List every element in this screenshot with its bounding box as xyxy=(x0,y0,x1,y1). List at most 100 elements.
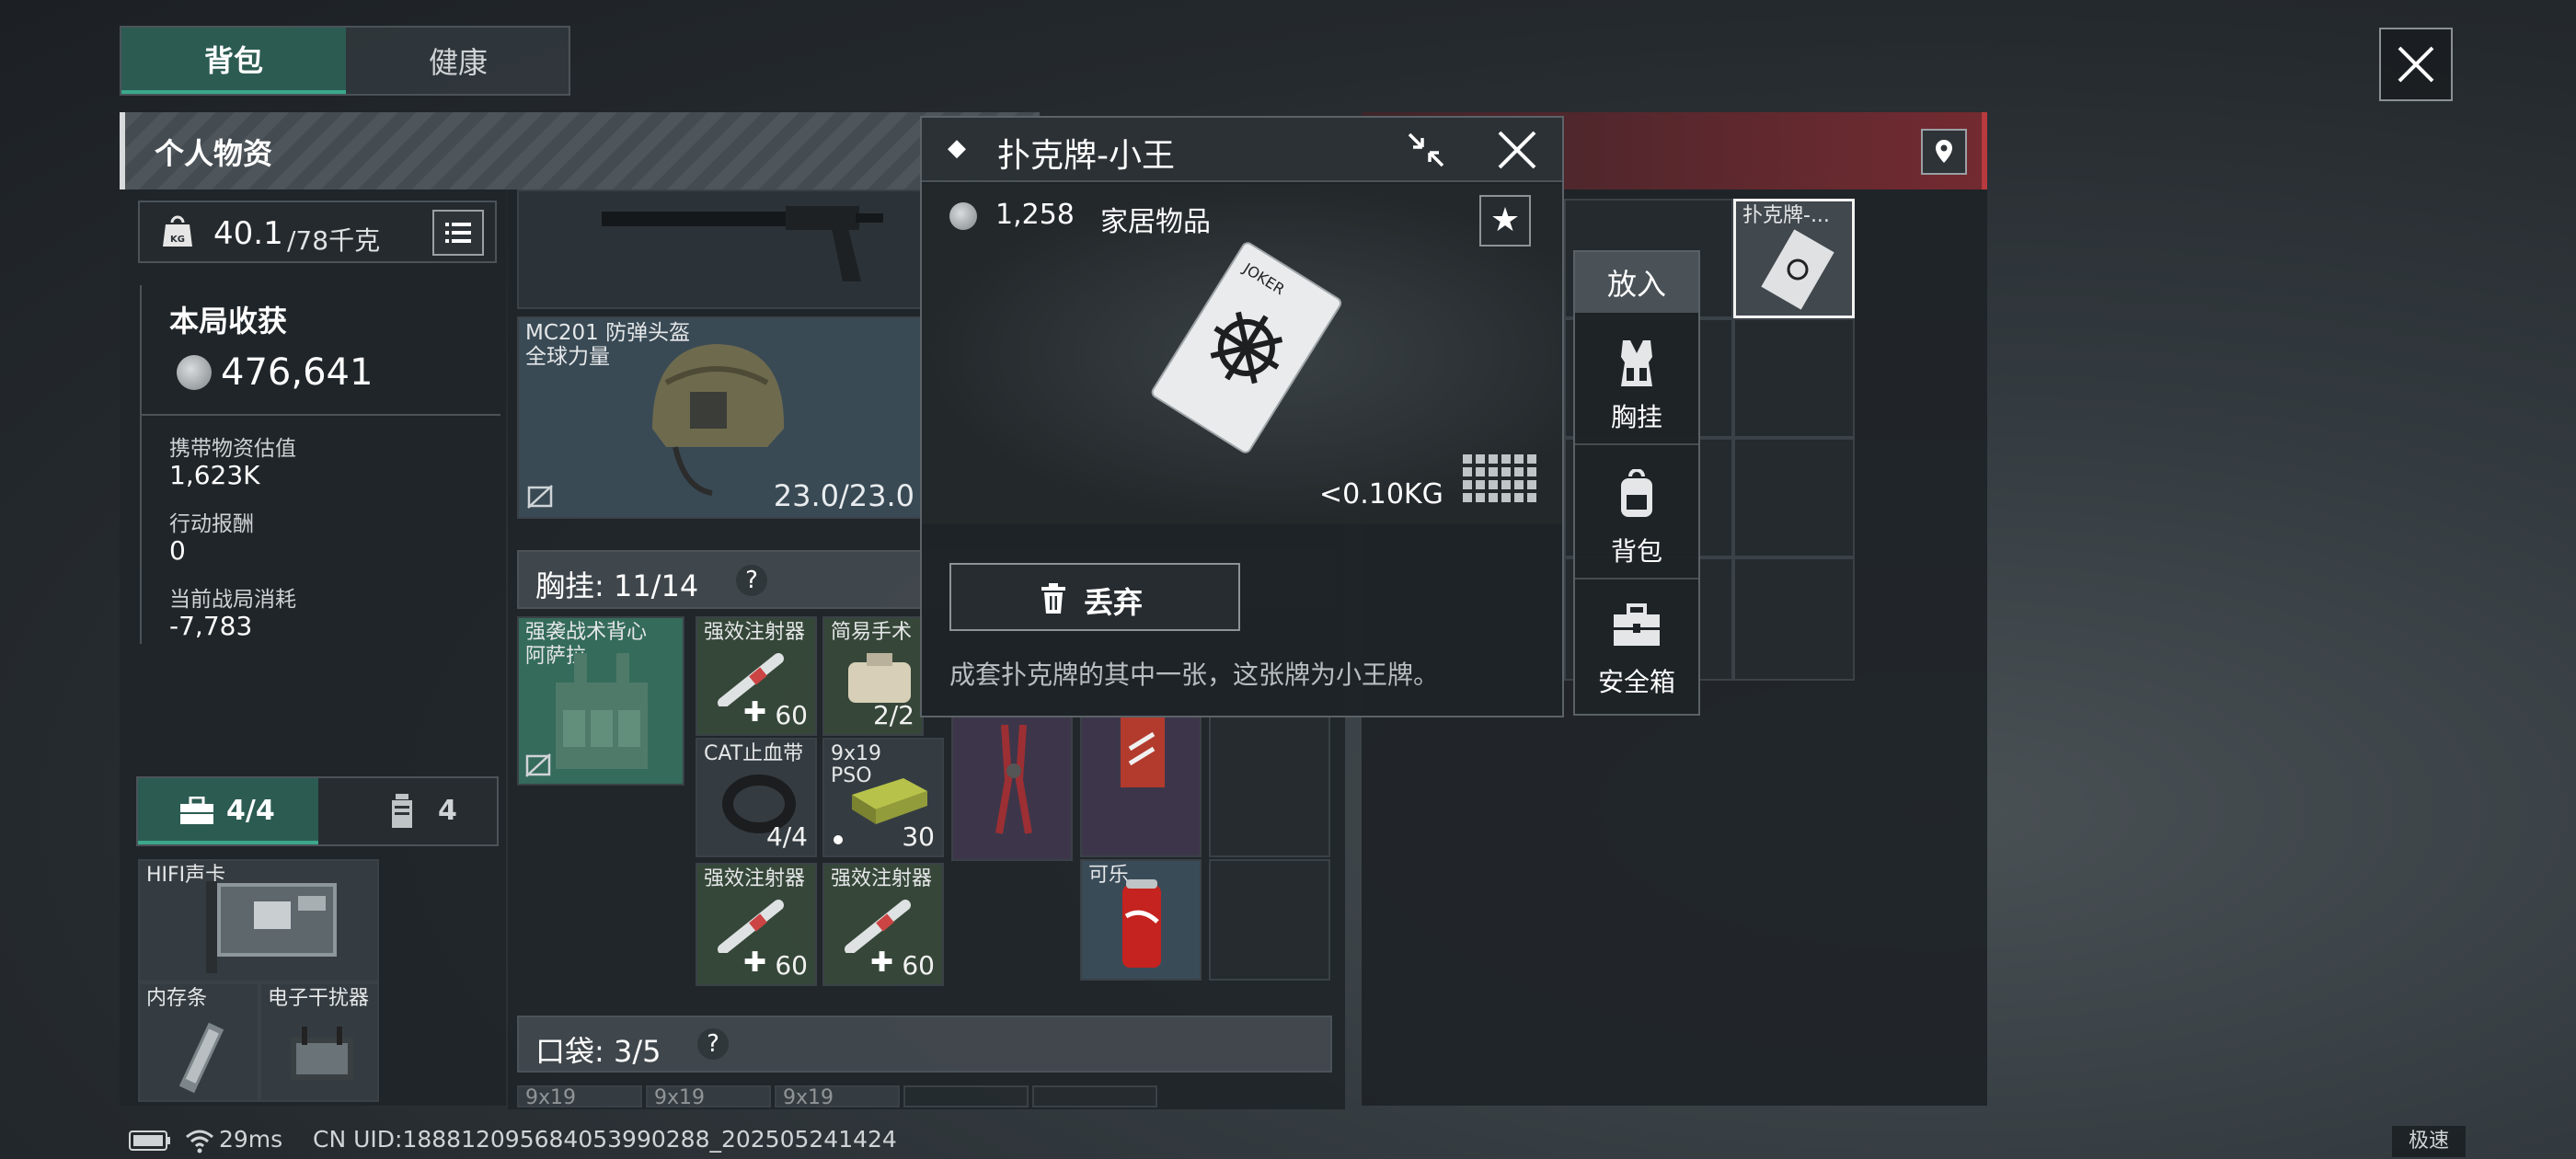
discard-label: 丢弃 xyxy=(1084,585,1144,620)
safebox-icon xyxy=(1614,603,1660,646)
location-button[interactable] xyxy=(1921,129,1967,175)
discard-button[interactable]: 丢弃 xyxy=(949,563,1240,631)
briefcase-icon xyxy=(180,797,213,824)
pocket-header-label: 口袋: 3/5 xyxy=(535,1034,661,1069)
speed-badge: 极速 xyxy=(2392,1126,2466,1157)
item-helmet[interactable]: MC201 防弹头盔 全球力量 23.0/23.0 xyxy=(517,316,922,519)
tab-safebox[interactable]: 4/4 xyxy=(138,778,318,844)
vest-item-icon xyxy=(556,653,648,769)
empty-slot[interactable] xyxy=(1032,1085,1157,1107)
put-option-vest[interactable]: 胸挂 xyxy=(1575,326,1698,445)
close-icon xyxy=(2398,46,2434,83)
put-menu-title: 放入 xyxy=(1575,252,1698,313)
favorite-button[interactable]: ★ xyxy=(1479,195,1531,247)
empty-slot[interactable] xyxy=(1209,714,1330,857)
no-insure-icon xyxy=(525,753,551,777)
battery-icon xyxy=(129,1130,170,1151)
pocket-item-3[interactable]: 9x19 xyxy=(775,1085,900,1107)
chest-header-label: 胸挂: 11/14 xyxy=(535,568,699,603)
item-cola[interactable]: 可乐 xyxy=(1080,859,1202,981)
memory-stick-icon xyxy=(178,1022,224,1094)
item-red-box[interactable] xyxy=(1080,714,1202,857)
close-button[interactable] xyxy=(2379,28,2453,101)
empty-slot[interactable] xyxy=(903,1085,1029,1107)
loot-item-joker-card[interactable]: 扑克牌-... xyxy=(1733,199,1855,318)
item-tactical-vest[interactable]: 强袭战术背心 阿萨拉 xyxy=(517,616,684,786)
rifle-icon xyxy=(602,206,883,281)
trash-icon xyxy=(1041,583,1065,614)
item-weapon[interactable] xyxy=(517,189,922,309)
wifi-icon xyxy=(186,1130,213,1153)
put-option-safebox[interactable]: 安全箱 xyxy=(1575,585,1698,714)
harvest-value: 476,641 xyxy=(221,351,374,394)
injector-icon xyxy=(718,900,784,953)
grid-size-icon xyxy=(1463,454,1536,502)
tab-health[interactable]: 健康 xyxy=(348,28,569,94)
pocket-help-button[interactable]: ? xyxy=(697,1028,729,1060)
diamond-icon: ◆ xyxy=(948,134,966,162)
svg-text:KG: KG xyxy=(170,235,185,245)
item-memory-stick[interactable]: 内存条 xyxy=(138,982,259,1102)
injector-icon xyxy=(845,900,911,953)
coin-icon xyxy=(949,202,977,230)
tab-backpack-label: 背包 xyxy=(203,43,263,78)
pocket-item-1[interactable]: 9x19 xyxy=(517,1085,642,1107)
item-hifi-card[interactable]: HIFI声卡 xyxy=(138,859,379,982)
weight-max: /78千克 xyxy=(287,225,381,256)
coin-icon xyxy=(177,355,212,390)
popup-title: 扑克牌-小王 xyxy=(997,137,1175,175)
popup-header: ◆ 扑克牌-小王 xyxy=(922,118,1562,182)
item-pliers[interactable] xyxy=(951,714,1073,861)
item-tourniquet[interactable]: CAT止血带 4/4 xyxy=(696,738,817,857)
list-view-button[interactable] xyxy=(432,210,484,256)
backpack-icon xyxy=(1621,469,1652,517)
item-surgery-kit[interactable]: 简易手术 2/2 xyxy=(822,616,924,736)
helmet-icon xyxy=(652,344,785,496)
popup-description: 成套扑克牌的其中一张，这张牌为小王牌。 xyxy=(949,660,1440,690)
item-ammo-9x19[interactable]: 9x19 PSO 30 xyxy=(822,738,944,857)
plus-icon: ✚ xyxy=(743,947,767,979)
popup-close-button[interactable] xyxy=(1492,125,1542,175)
tab-safebox-label: 4/4 xyxy=(226,795,275,827)
joker-card-icon xyxy=(1761,229,1834,310)
secure-tabs: 4/4 4 xyxy=(136,776,499,846)
item-injector-1[interactable]: 强效注射器 ✚ 60 xyxy=(696,616,817,736)
put-option-vest-label: 胸挂 xyxy=(1610,402,1662,432)
tab-canister[interactable]: 4 xyxy=(320,778,497,844)
stat-label-consumption: 当前战局消耗 xyxy=(169,588,296,612)
harvest-title: 本局收获 xyxy=(169,304,288,339)
stat-value-estimate: 1,623K xyxy=(169,460,260,490)
stat-label-reward: 行动报酬 xyxy=(169,512,254,536)
pocket-item-2[interactable]: 9x19 xyxy=(646,1085,771,1107)
harvest-divider xyxy=(142,414,500,416)
item-injector-2[interactable]: 强效注射器 ✚ 60 xyxy=(696,863,817,986)
put-option-safebox-label: 安全箱 xyxy=(1597,667,1675,697)
stat-label-value-estimate: 携带物资估值 xyxy=(169,437,296,461)
item-jammer[interactable]: 电子干扰器 xyxy=(259,982,379,1102)
tab-backpack[interactable]: 背包 xyxy=(121,28,346,94)
location-pin-icon xyxy=(1936,140,1952,163)
loot-slot[interactable] xyxy=(1733,318,1855,438)
put-option-backpack-label: 背包 xyxy=(1610,536,1662,567)
empty-slot[interactable] xyxy=(1209,859,1330,981)
collapse-icon xyxy=(1408,132,1444,167)
popup-price: 1,258 xyxy=(995,199,1075,231)
personal-title: 个人物资 xyxy=(155,136,273,171)
status-bar: 29ms CN UID:18881209568405399028​8_20250… xyxy=(120,1122,1224,1159)
popup-image-area: 1,258 家居物品 ★ JOKER <0.10KG xyxy=(922,184,1562,524)
help-icon: ? xyxy=(707,1030,719,1058)
loot-slot[interactable] xyxy=(1733,557,1855,681)
collapse-button[interactable] xyxy=(1400,127,1452,173)
loot-slot[interactable] xyxy=(1733,438,1855,557)
popup-weight: <0.10KG xyxy=(1319,478,1443,511)
main-tabs: 背包 健康 xyxy=(120,26,570,96)
weight-icon: KG xyxy=(162,215,193,248)
item-injector-3[interactable]: 强效注射器 ✚ 60 xyxy=(822,863,944,986)
put-option-backpack[interactable]: 背包 xyxy=(1575,451,1698,580)
personal-header: 个人物资 xyxy=(120,112,1040,189)
stat-value-reward: 0 xyxy=(169,535,186,566)
ping-text: 29ms xyxy=(219,1126,283,1153)
chest-help-button[interactable]: ? xyxy=(736,565,767,596)
star-icon: ★ xyxy=(1489,201,1521,239)
tab-health-label: 健康 xyxy=(428,45,488,80)
